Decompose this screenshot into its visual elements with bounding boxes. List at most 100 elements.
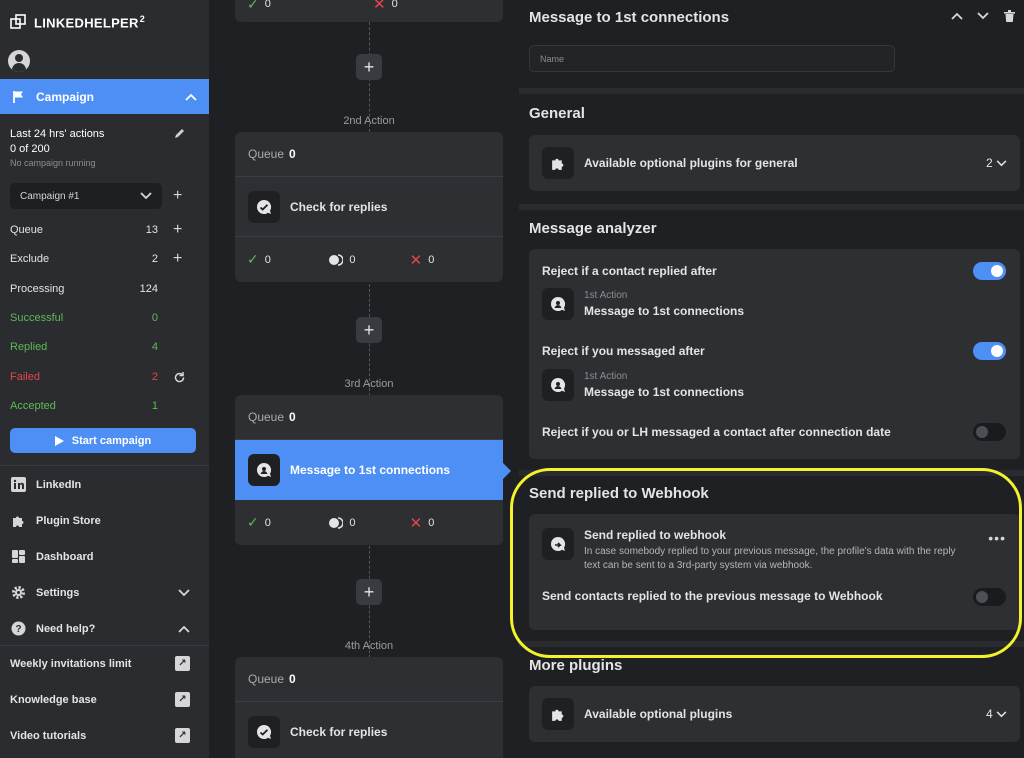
stat-value: 4: [151, 341, 158, 353]
success-count: 0: [264, 0, 271, 10]
count-value: 2: [985, 156, 993, 170]
nav-item-settings[interactable]: Settings: [10, 584, 190, 601]
help-link-weekly-invitations[interactable]: Weekly invitations limit ↗: [10, 656, 190, 671]
stat-row-accepted[interactable]: Accepted 1: [10, 400, 188, 412]
stat-row-queue: Queue 13: [10, 224, 188, 236]
flag-icon: [13, 90, 23, 103]
general-plugins-card[interactable]: Available optional plugins for general 2: [529, 135, 1020, 191]
help-link-knowledge-base[interactable]: Knowledge base ↗: [10, 692, 190, 707]
trash-icon[interactable]: [1004, 10, 1015, 22]
add-exclude-icon[interactable]: +: [173, 251, 182, 267]
nav-item-plugin-store[interactable]: Plugin Store: [10, 512, 190, 529]
plugins-label: Available optional plugins for general: [584, 156, 798, 170]
action-label: 4th Action: [344, 640, 394, 652]
stat-value: 124: [139, 283, 158, 295]
action-row-selected[interactable]: Message to 1st connections: [235, 440, 503, 500]
plugins-count: 2: [986, 156, 1007, 170]
more-plugins-title: More plugins: [529, 657, 623, 674]
more-plugins-card[interactable]: Available optional plugins 4: [529, 686, 1020, 742]
puzzle-icon: [10, 512, 27, 529]
chevron-up-icon[interactable]: [185, 93, 197, 101]
campaign-select[interactable]: Campaign #1: [10, 183, 162, 209]
pencil-icon[interactable]: [174, 128, 185, 139]
ref-action-name: Message to 1st connections: [584, 304, 745, 318]
chevron-down-icon: [140, 192, 152, 200]
fail-x-icon: ✕: [373, 0, 386, 13]
external-link-icon: ↗: [175, 656, 190, 671]
message-icon: [542, 369, 574, 401]
waiting-icon: [329, 253, 344, 266]
stat-value: 1: [151, 400, 158, 412]
highlight-annotation: [510, 468, 1022, 658]
stat-row-successful[interactable]: Successful 0: [10, 312, 188, 324]
nav-label: LinkedIn: [36, 478, 82, 491]
fail-x-icon: ✕: [409, 514, 423, 532]
name-placeholder: Name: [540, 53, 565, 64]
action-card-4[interactable]: Queue 0 Check for replies: [235, 657, 503, 758]
chevron-down-icon[interactable]: [977, 12, 989, 20]
action-name-input[interactable]: Name: [529, 45, 895, 72]
help-link-label: Knowledge base: [10, 693, 97, 706]
stats-count: 0 of 200: [10, 143, 50, 155]
plugins-count: 4: [986, 707, 1007, 721]
nav-item-dashboard[interactable]: Dashboard: [10, 548, 190, 565]
reject-lh-label: Reject if you or LH messaged a contact a…: [542, 425, 891, 439]
reject-messaged-reference[interactable]: 1st Action Message to 1st connections: [542, 369, 744, 401]
waiting-count: 0: [349, 516, 356, 529]
message-icon: [542, 288, 574, 320]
add-action-button[interactable]: +: [356, 54, 382, 80]
retry-icon[interactable]: [173, 371, 186, 384]
action-name: Message to 1st connections: [290, 463, 451, 477]
action-card-1[interactable]: ✓ 0 ✕ 0: [235, 0, 503, 22]
action-name: Check for replies: [290, 199, 388, 214]
divider: [0, 645, 209, 646]
reject-messaged-toggle[interactable]: [973, 342, 1006, 360]
help-link-label: Weekly invitations limit: [10, 657, 132, 670]
campaign-select-value: Campaign #1: [20, 190, 80, 202]
help-icon: ?: [10, 620, 27, 637]
action-card-3[interactable]: Queue 0 Message to 1st connections ✓ 0 0 ✕…: [235, 395, 503, 545]
stat-label: Exclude: [10, 253, 50, 265]
fail-count: 0: [428, 516, 435, 529]
add-action-button[interactable]: +: [356, 579, 382, 605]
action-label: 2nd Action: [343, 115, 395, 127]
results-row: ✓ 0 0 ✕ 0: [235, 237, 503, 282]
add-queue-icon[interactable]: +: [173, 222, 182, 238]
check-replies-icon: [248, 715, 280, 748]
start-campaign-button[interactable]: Start campaign: [10, 428, 196, 453]
action-row[interactable]: Check for replies: [235, 702, 503, 758]
stat-row-replied[interactable]: Replied 4: [10, 341, 188, 353]
analyzer-section-title: Message analyzer: [529, 220, 657, 237]
stat-row-failed[interactable]: Failed 2: [10, 371, 188, 383]
campaign-nav-item[interactable]: Campaign: [0, 79, 209, 114]
action-row[interactable]: Check for replies: [235, 177, 503, 237]
logo-icon: [10, 14, 26, 29]
add-action-button[interactable]: +: [356, 317, 382, 343]
help-link-video-tutorials[interactable]: Video tutorials ↗: [10, 728, 190, 743]
reject-replied-label: Reject if a contact replied after: [542, 264, 717, 278]
stat-row-exclude: Exclude 2: [10, 253, 188, 265]
gear-icon: [10, 584, 27, 601]
general-section-title: General: [529, 105, 585, 122]
ref-action-number: 1st Action: [584, 371, 628, 382]
results-row: ✓ 0 0 ✕ 0: [235, 500, 503, 545]
app-logo: LINKEDHELPER2: [10, 14, 145, 30]
panel-title: Message to 1st connections: [529, 9, 730, 26]
puzzle-icon: [542, 698, 574, 730]
chevron-up-icon[interactable]: [951, 12, 963, 20]
action-card-2[interactable]: Queue 0 Check for replies ✓ 0 0 ✕ 0: [235, 132, 503, 282]
queue-count: 0: [289, 672, 296, 686]
reject-messaged-label: Reject if you messaged after: [542, 344, 705, 358]
reject-replied-reference[interactable]: 1st Action Message to 1st connections: [542, 288, 744, 320]
reject-lh-toggle[interactable]: [973, 423, 1006, 441]
avatar[interactable]: [8, 50, 30, 72]
plugins-label: Available optional plugins: [584, 707, 733, 721]
action-label: 3rd Action: [344, 378, 394, 390]
add-campaign-icon[interactable]: +: [173, 188, 182, 204]
reject-replied-toggle[interactable]: [973, 262, 1006, 280]
section-divider: [519, 204, 1024, 210]
nav-item-need-help[interactable]: ? Need help?: [10, 620, 190, 637]
stat-value: 13: [145, 224, 158, 236]
nav-item-linkedin[interactable]: LinkedIn: [10, 476, 190, 493]
stat-label: Successful: [10, 312, 64, 324]
